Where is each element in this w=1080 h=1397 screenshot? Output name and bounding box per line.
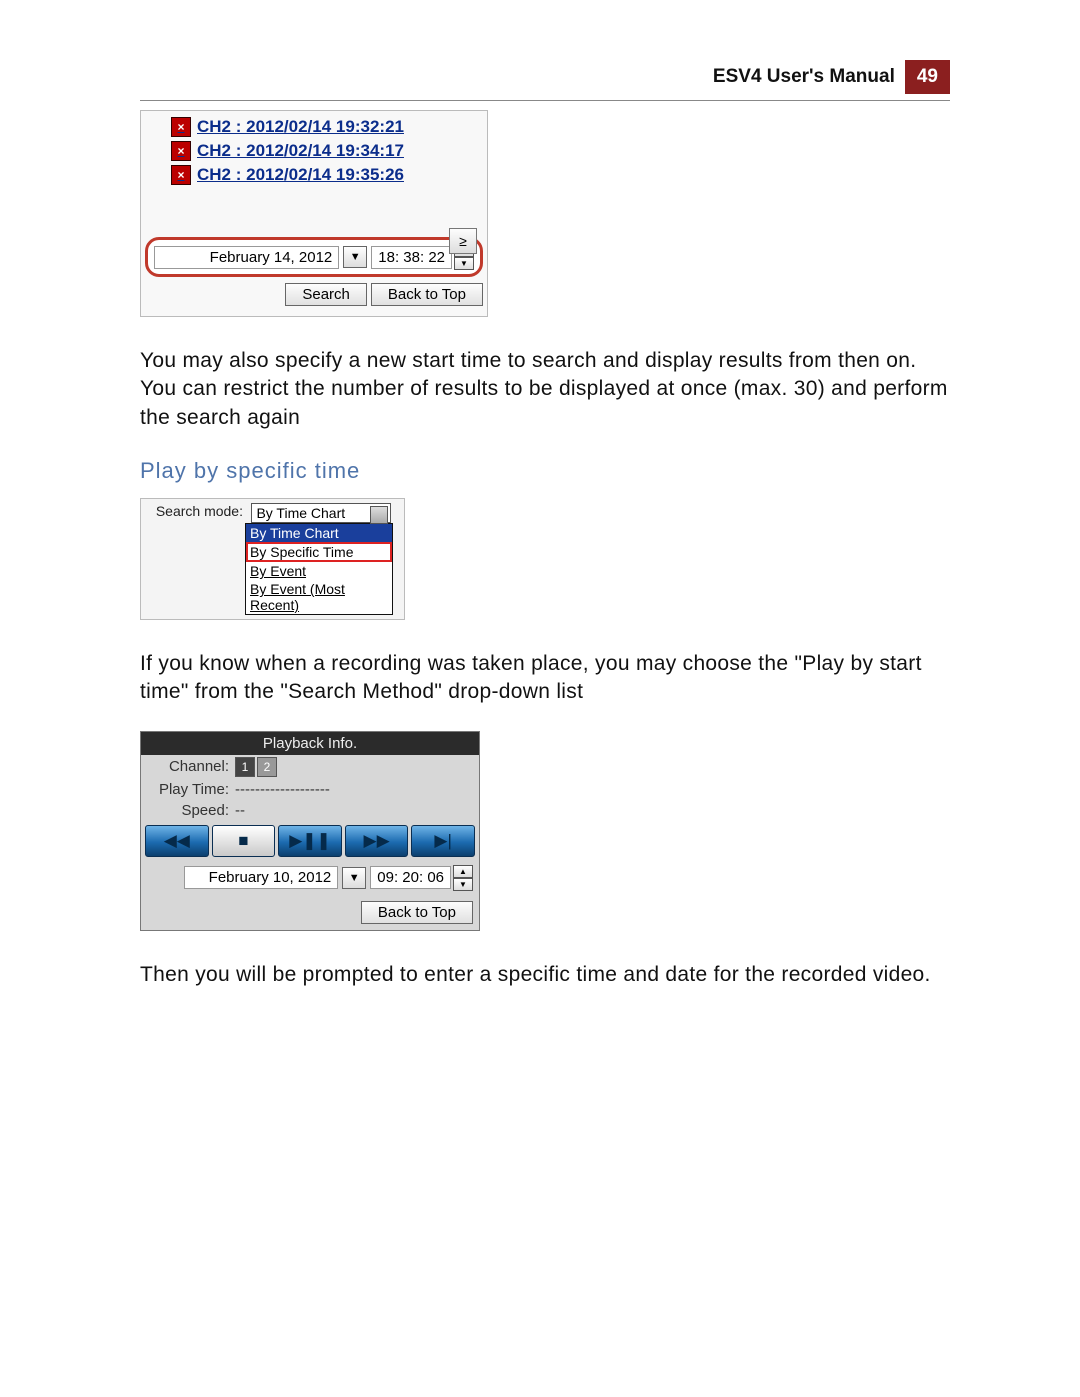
search-mode-panel: Search mode: By Time Chart By Time Chart… (140, 498, 405, 620)
event-label: CH2 : 2012/02/14 19:32:21 (197, 117, 404, 137)
spinner-down-icon[interactable]: ▼ (454, 257, 474, 270)
channel-row: Channel: 1 2 (141, 755, 479, 779)
event-row[interactable]: × CH2 : 2012/02/14 19:32:21 (145, 115, 483, 139)
time-spinner[interactable]: ▲ ▼ (453, 865, 473, 891)
search-mode-option-list: By Time Chart By Specific Time By Event … (245, 523, 393, 615)
playback-info-panel: Playback Info. Channel: 1 2 Play Time: -… (140, 731, 480, 931)
back-to-top-button[interactable]: Back to Top (371, 283, 483, 306)
header-title: ESV4 User's Manual (713, 66, 895, 88)
stop-button[interactable]: ■ (212, 825, 276, 857)
playback-title: Playback Info. (141, 732, 479, 755)
search-mode-select[interactable]: By Time Chart (251, 503, 391, 523)
alert-icon: × (171, 165, 191, 185)
search-button[interactable]: Search (285, 283, 367, 306)
search-mode-label: Search mode: (145, 503, 247, 519)
rewind-button[interactable]: ◀◀ (145, 825, 209, 857)
page-header: ESV4 User's Manual 49 (140, 60, 950, 101)
search-mode-option[interactable]: By Event (Most Recent) (246, 580, 392, 614)
play-pause-button[interactable]: ▶❚❚ (278, 825, 342, 857)
forward-icon: ▶▶ (364, 831, 390, 851)
play-time-value: ------------------- (235, 781, 330, 798)
start-time-highlight: February 14, 2012 ▼ 18: 38: 22 ▲ ▼ (145, 237, 483, 277)
channel-button[interactable]: 1 (235, 757, 255, 777)
chevron-right-icon: ≥ (459, 233, 467, 249)
channel-label: Channel: (147, 758, 235, 775)
search-button-row: Search Back to Top (145, 283, 483, 306)
page-number: 49 (905, 60, 950, 94)
paragraph: Then you will be prompted to enter a spe… (140, 961, 950, 989)
section-heading: Play by specific time (140, 458, 950, 484)
event-row[interactable]: × CH2 : 2012/02/14 19:34:17 (145, 139, 483, 163)
next-icon: ▶| (434, 831, 452, 851)
search-mode-option[interactable]: By Event (246, 562, 392, 580)
back-to-top-button[interactable]: Back to Top (361, 901, 473, 924)
playback-datetime-row: February 10, 2012 ▼ 09: 20: 06 ▲ ▼ (141, 861, 479, 895)
paragraph: You may also specify a new start time to… (140, 347, 950, 432)
next-button[interactable]: ▶| (411, 825, 475, 857)
calendar-dropdown-button[interactable]: ▼ (342, 867, 366, 889)
event-label: CH2 : 2012/02/14 19:35:26 (197, 165, 404, 185)
speed-value: -- (235, 802, 245, 819)
time-input[interactable]: 09: 20: 06 (370, 866, 451, 889)
paragraph: If you know when a recording was taken p… (140, 650, 950, 707)
time-input[interactable]: 18: 38: 22 (371, 246, 452, 269)
forward-button[interactable]: ▶▶ (345, 825, 409, 857)
search-mode-option[interactable]: By Time Chart (246, 524, 392, 542)
search-mode-option[interactable]: By Specific Time (246, 542, 392, 562)
play-pause-icon: ▶❚❚ (289, 831, 331, 851)
speed-row: Speed: -- (141, 800, 479, 821)
calendar-dropdown-button[interactable]: ▼ (343, 246, 367, 268)
transport-controls: ◀◀ ■ ▶❚❚ ▶▶ ▶| (141, 821, 479, 861)
date-input[interactable]: February 14, 2012 (154, 246, 339, 269)
alert-icon: × (171, 117, 191, 137)
event-label: CH2 : 2012/02/14 19:34:17 (197, 141, 404, 161)
alert-icon: × (171, 141, 191, 161)
channel-button[interactable]: 2 (257, 757, 277, 777)
stop-icon: ■ (238, 831, 248, 851)
event-list-panel: × CH2 : 2012/02/14 19:32:21 × CH2 : 2012… (140, 110, 488, 317)
spinner-down-icon[interactable]: ▼ (453, 878, 473, 891)
play-time-row: Play Time: ------------------- (141, 779, 479, 800)
rewind-icon: ◀◀ (164, 831, 190, 851)
speed-label: Speed: (147, 802, 235, 819)
next-page-button[interactable]: ≥ (449, 228, 477, 254)
play-time-label: Play Time: (147, 781, 235, 798)
spinner-up-icon[interactable]: ▲ (453, 865, 473, 878)
event-row[interactable]: × CH2 : 2012/02/14 19:35:26 (145, 163, 483, 187)
date-input[interactable]: February 10, 2012 (184, 866, 338, 889)
